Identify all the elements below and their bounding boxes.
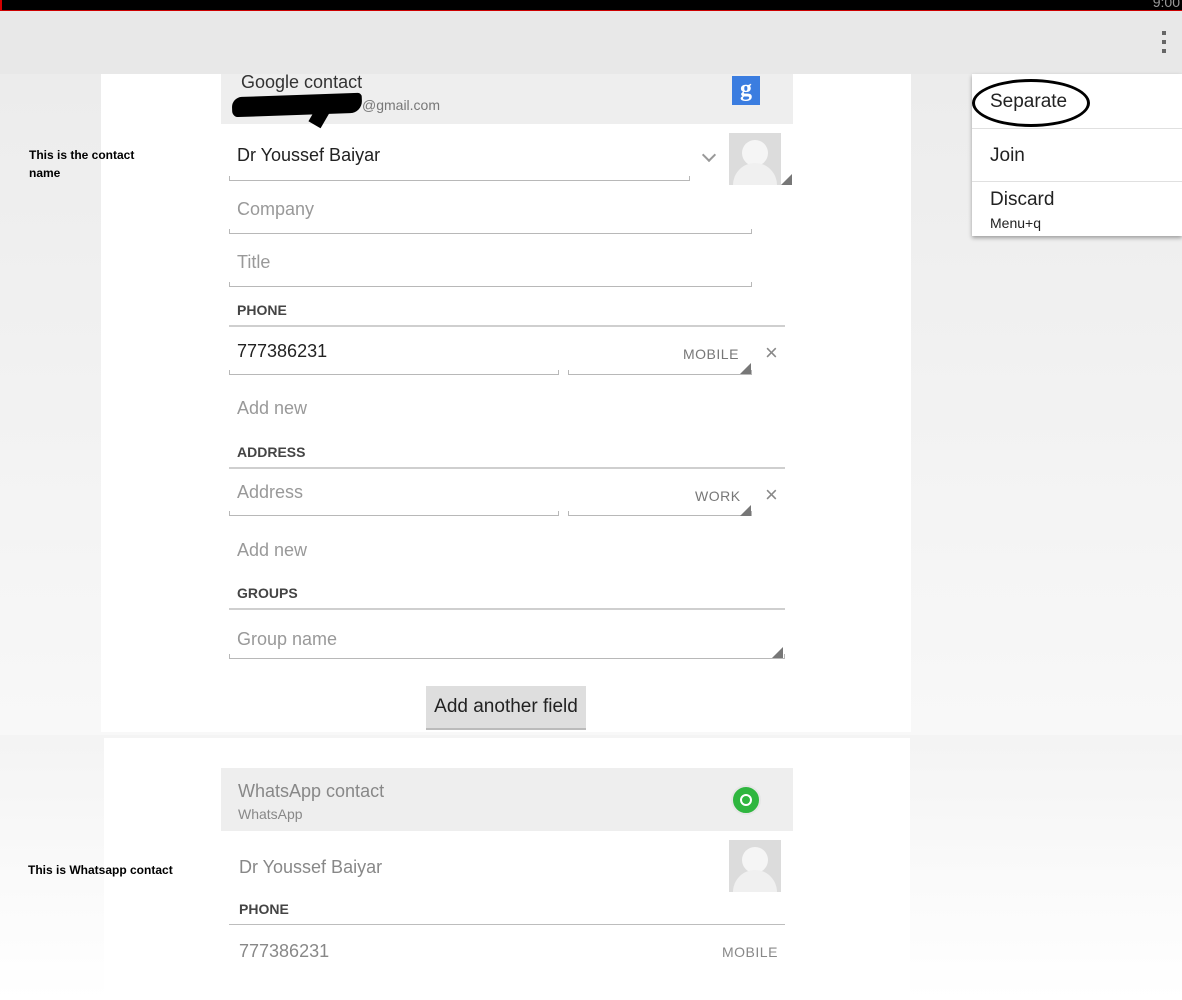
photo-corner-indicator xyxy=(781,174,792,185)
address-add-new[interactable]: Add new xyxy=(237,540,307,561)
whatsapp-account-subtitle: WhatsApp xyxy=(238,806,303,822)
remove-phone-close-icon[interactable]: × xyxy=(765,342,778,364)
phone-section-label: PHONE xyxy=(237,302,287,318)
company-input[interactable]: Company xyxy=(237,199,314,220)
system-status-strip xyxy=(0,0,1182,11)
title-input[interactable]: Title xyxy=(237,252,270,273)
remove-address-close-icon[interactable]: × xyxy=(765,484,778,506)
phone-type-underline xyxy=(568,370,752,375)
whatsapp-phone-section-label: PHONE xyxy=(239,901,289,917)
annotation-whatsapp-contact: This is Whatsapp contact xyxy=(28,863,173,877)
menu-item-discard[interactable]: Discard Menu+q xyxy=(972,182,1182,236)
phone-add-new[interactable]: Add new xyxy=(237,398,307,419)
whatsapp-account-title: WhatsApp contact xyxy=(238,781,385,801)
whatsapp-phone-type: MOBILE xyxy=(722,944,778,960)
name-field-underline xyxy=(229,176,690,181)
annotation-contact-name: This is the contact name xyxy=(29,148,135,180)
contact-name-field[interactable]: Dr Youssef Baiyar xyxy=(237,145,380,166)
menu-item-discard-label: Discard xyxy=(990,189,1055,210)
address-underline xyxy=(229,511,559,516)
address-type-underline xyxy=(568,511,752,516)
google-contact-photo-avatar[interactable] xyxy=(729,133,781,185)
add-another-field-button[interactable]: Add another field xyxy=(426,686,586,730)
whatsapp-phone-number: 777386231 xyxy=(239,941,330,961)
address-type-selector[interactable]: WORK xyxy=(695,488,741,504)
whatsapp-contact-name: Dr Youssef Baiyar xyxy=(239,857,383,877)
whatsapp-phone-section-rule xyxy=(229,924,785,925)
groups-section-rule xyxy=(229,608,785,610)
google-account-email: @gmail.com xyxy=(362,97,441,113)
phone-number-input[interactable]: 777386231 xyxy=(237,341,327,362)
phone-type-dropdown-indicator xyxy=(740,363,751,374)
company-underline xyxy=(229,229,752,234)
address-section-rule xyxy=(229,467,785,469)
address-type-dropdown-indicator xyxy=(740,505,751,516)
google-contact-editor-card xyxy=(101,74,911,732)
title-underline xyxy=(229,282,752,287)
google-icon: g xyxy=(732,76,760,105)
phone-type-selector[interactable]: MOBILE xyxy=(683,346,739,362)
group-name-selector[interactable]: Group name xyxy=(237,629,337,650)
address-input[interactable]: Address xyxy=(237,482,303,503)
menu-item-join-label: Join xyxy=(990,145,1025,166)
whatsapp-icon xyxy=(731,785,761,815)
overflow-menu-icon[interactable] xyxy=(1160,31,1168,57)
action-bar xyxy=(0,11,1182,74)
groups-section-label: GROUPS xyxy=(237,585,298,601)
google-account-title: Google contact xyxy=(241,72,363,92)
whatsapp-account-header: WhatsApp contact WhatsApp xyxy=(221,768,793,831)
whatsapp-contact-photo-avatar xyxy=(729,840,781,892)
group-dropdown-indicator xyxy=(772,647,783,658)
menu-item-join[interactable]: Join xyxy=(972,129,1182,181)
group-name-underline xyxy=(229,654,785,659)
status-clock: 9:00 xyxy=(1152,0,1180,10)
phone-section-rule xyxy=(229,325,785,327)
menu-item-discard-shortcut: Menu+q xyxy=(990,215,1041,231)
annotation-circle-mark xyxy=(972,79,1090,127)
phone-number-underline xyxy=(229,370,559,375)
address-section-label: ADDRESS xyxy=(237,444,306,460)
